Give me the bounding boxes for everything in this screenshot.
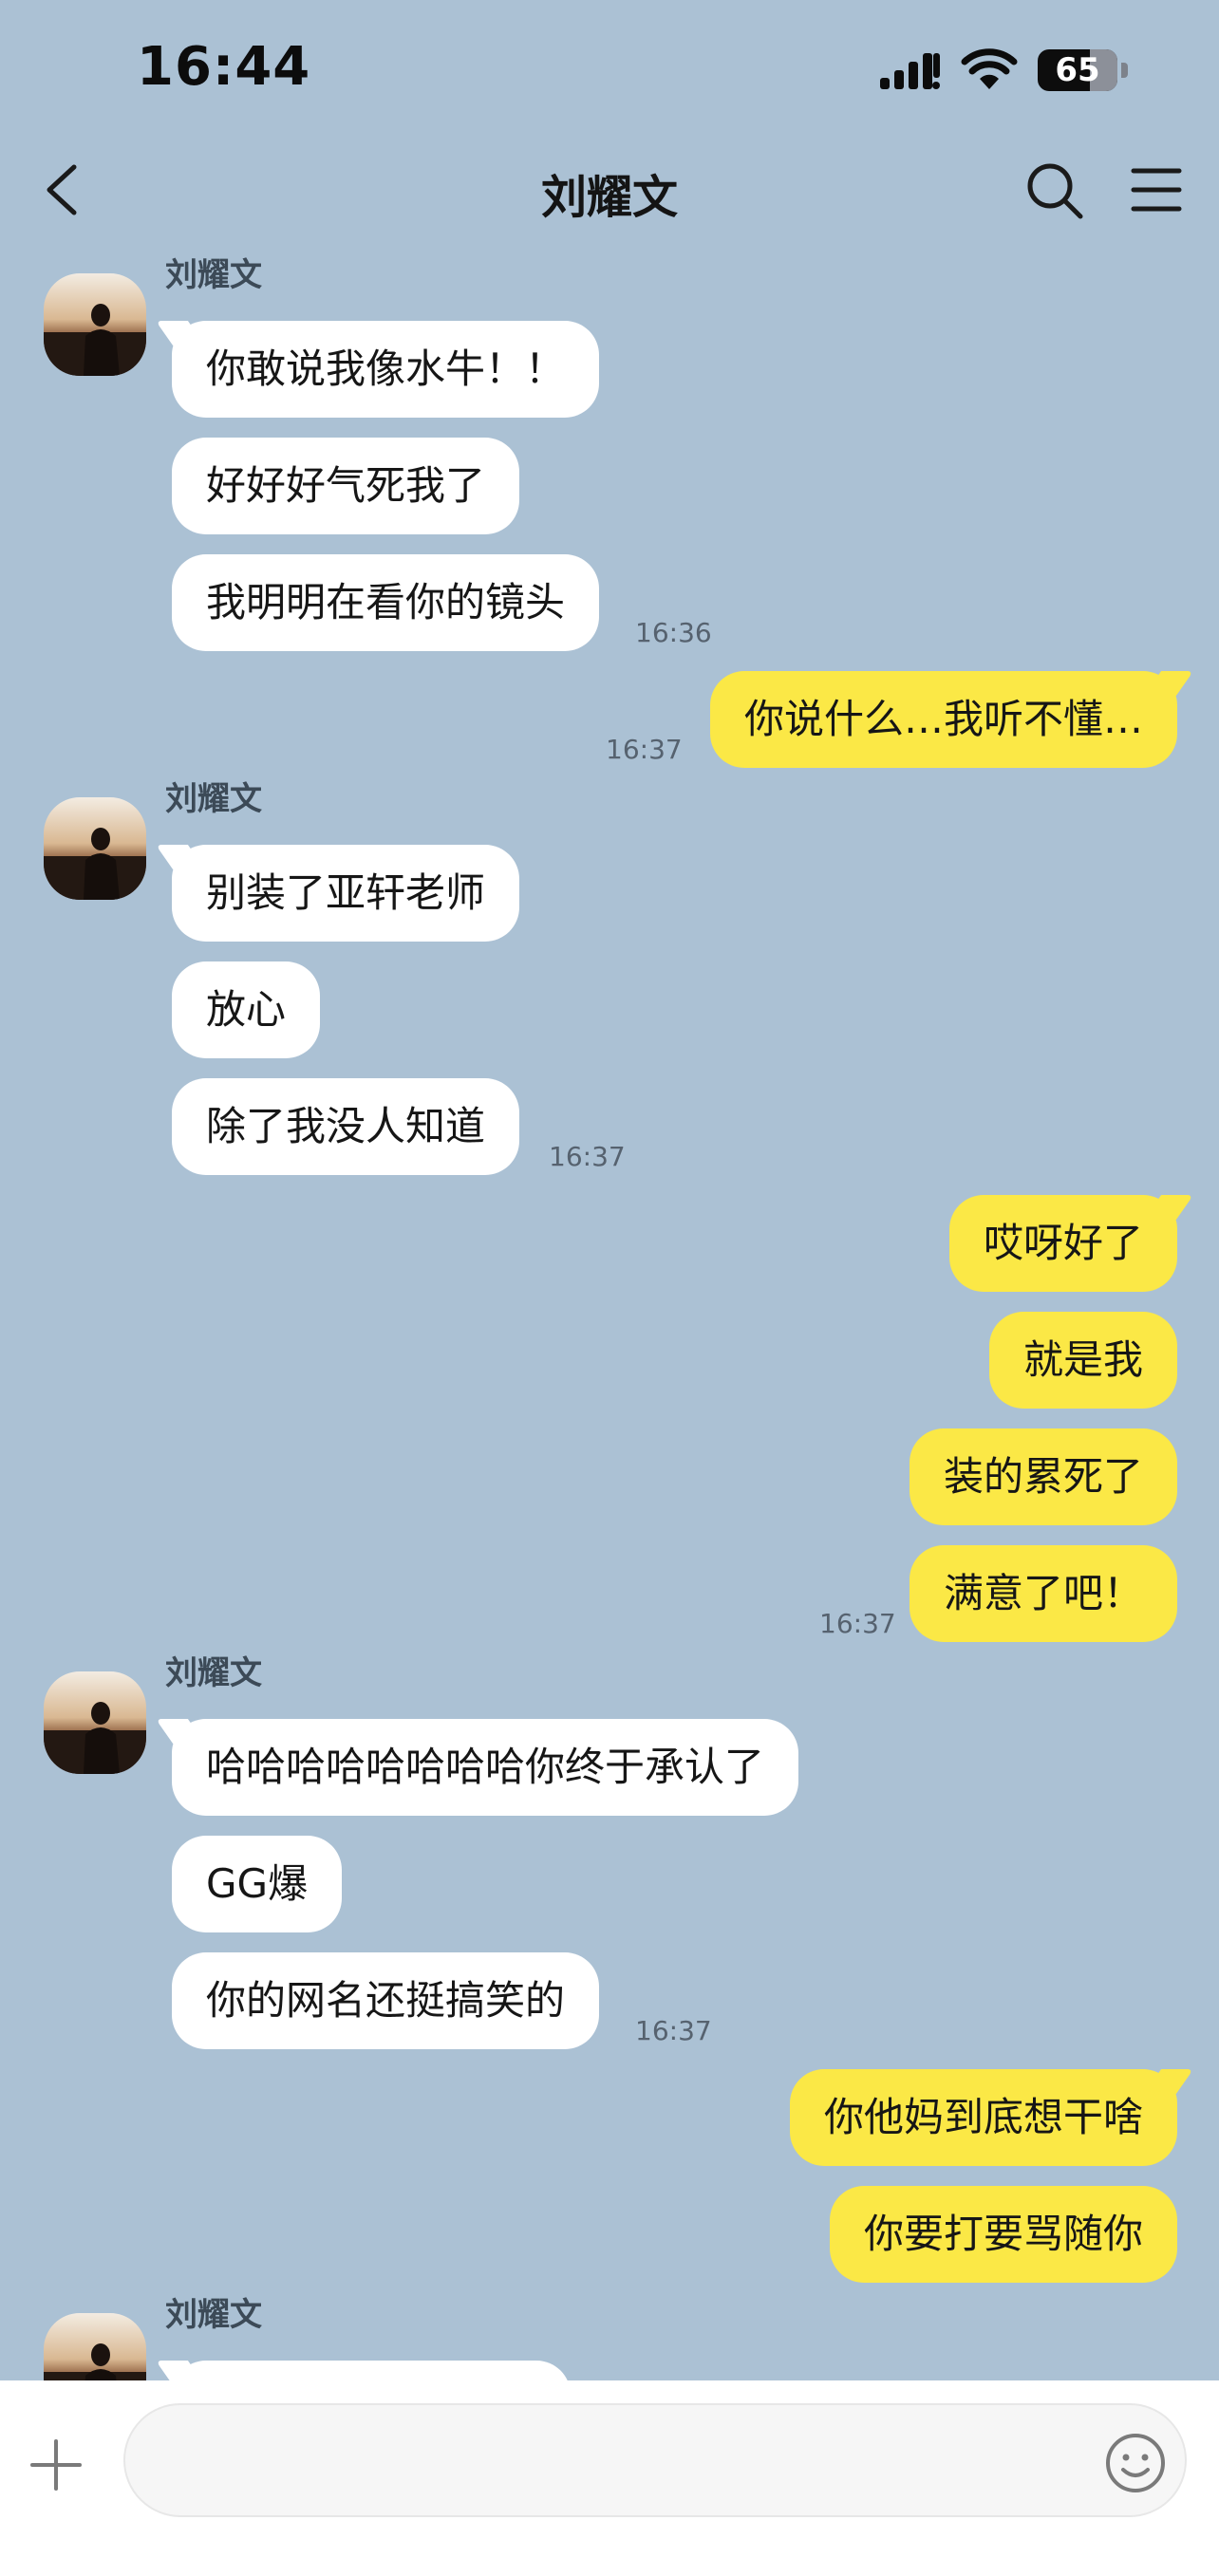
message-time: 16:37 bbox=[819, 1608, 896, 1639]
avatar[interactable] bbox=[44, 273, 146, 376]
signal-icon bbox=[880, 53, 940, 89]
back-icon[interactable] bbox=[40, 163, 87, 216]
incoming-message[interactable]: 别装了亚轩老师 bbox=[172, 845, 520, 942]
outgoing-message[interactable]: 装的累死了 bbox=[909, 1428, 1177, 1525]
wifi-icon bbox=[961, 48, 1018, 89]
message-time: 16:37 bbox=[606, 734, 683, 765]
input-bar bbox=[0, 2380, 1219, 2576]
avatar[interactable] bbox=[44, 2313, 146, 2380]
nav-bar: 刘耀文 bbox=[0, 142, 1219, 237]
message-time: 16:37 bbox=[549, 1141, 626, 1172]
menu-icon[interactable] bbox=[1130, 165, 1183, 215]
sender-name: 刘耀文 bbox=[165, 1654, 262, 1692]
avatar[interactable] bbox=[44, 797, 146, 900]
sender-name: 刘耀文 bbox=[165, 256, 262, 294]
battery-tip bbox=[1121, 63, 1128, 78]
outgoing-message[interactable]: 你要打要骂随你 bbox=[829, 2186, 1177, 2283]
incoming-message[interactable]: 放心 bbox=[172, 961, 321, 1058]
incoming-message[interactable]: 除了我没人知道 bbox=[172, 1078, 520, 1175]
outgoing-message[interactable]: 你说什么…我听不懂… bbox=[709, 671, 1177, 768]
incoming-message[interactable]: 你敢说我像水牛！！ bbox=[172, 321, 600, 418]
outgoing-message[interactable]: 哎呀好了 bbox=[948, 1195, 1177, 1292]
incoming-message[interactable]: 你的网名还挺搞笑的 bbox=[172, 1952, 600, 2049]
outgoing-message[interactable]: 就是我 bbox=[988, 1312, 1177, 1409]
incoming-message[interactable]: 哈哈哈哈哈哈哈哈你终于承认了 bbox=[172, 1719, 799, 1816]
outgoing-message[interactable]: 你他妈到底想干啥 bbox=[789, 2069, 1177, 2166]
search-icon[interactable] bbox=[1025, 161, 1084, 220]
message-time: 16:36 bbox=[635, 617, 712, 648]
message-input[interactable] bbox=[123, 2403, 1187, 2517]
chat-title: 刘耀文 bbox=[540, 171, 678, 224]
battery-level: 65 bbox=[1038, 49, 1117, 91]
incoming-message[interactable]: 好好好气死我了 bbox=[172, 438, 520, 534]
sender-name: 刘耀文 bbox=[165, 2296, 262, 2334]
emoji-icon[interactable] bbox=[1104, 2432, 1167, 2494]
battery-percent: 65 bbox=[1055, 51, 1100, 89]
incoming-message[interactable]: 我明明在看你的镜头 bbox=[172, 554, 600, 651]
battery-icon: 65 bbox=[1038, 49, 1129, 93]
message-time: 16:37 bbox=[635, 2015, 712, 2046]
incoming-message[interactable]: GG爆 bbox=[172, 1836, 343, 1932]
outgoing-message[interactable]: 满意了吧！ bbox=[909, 1545, 1177, 1642]
incoming-message[interactable] bbox=[172, 2361, 571, 2380]
status-time: 16:44 bbox=[137, 36, 311, 98]
status-bar: 16:44 65 bbox=[0, 0, 1219, 142]
sender-name: 刘耀文 bbox=[165, 780, 262, 818]
chat-area[interactable]: 刘耀文 你敢说我像水牛！！ 好好好气死我了 我明明在看你的镜头 16:36 16… bbox=[0, 237, 1219, 2380]
add-icon[interactable] bbox=[28, 2437, 84, 2492]
avatar[interactable] bbox=[44, 1671, 146, 1774]
